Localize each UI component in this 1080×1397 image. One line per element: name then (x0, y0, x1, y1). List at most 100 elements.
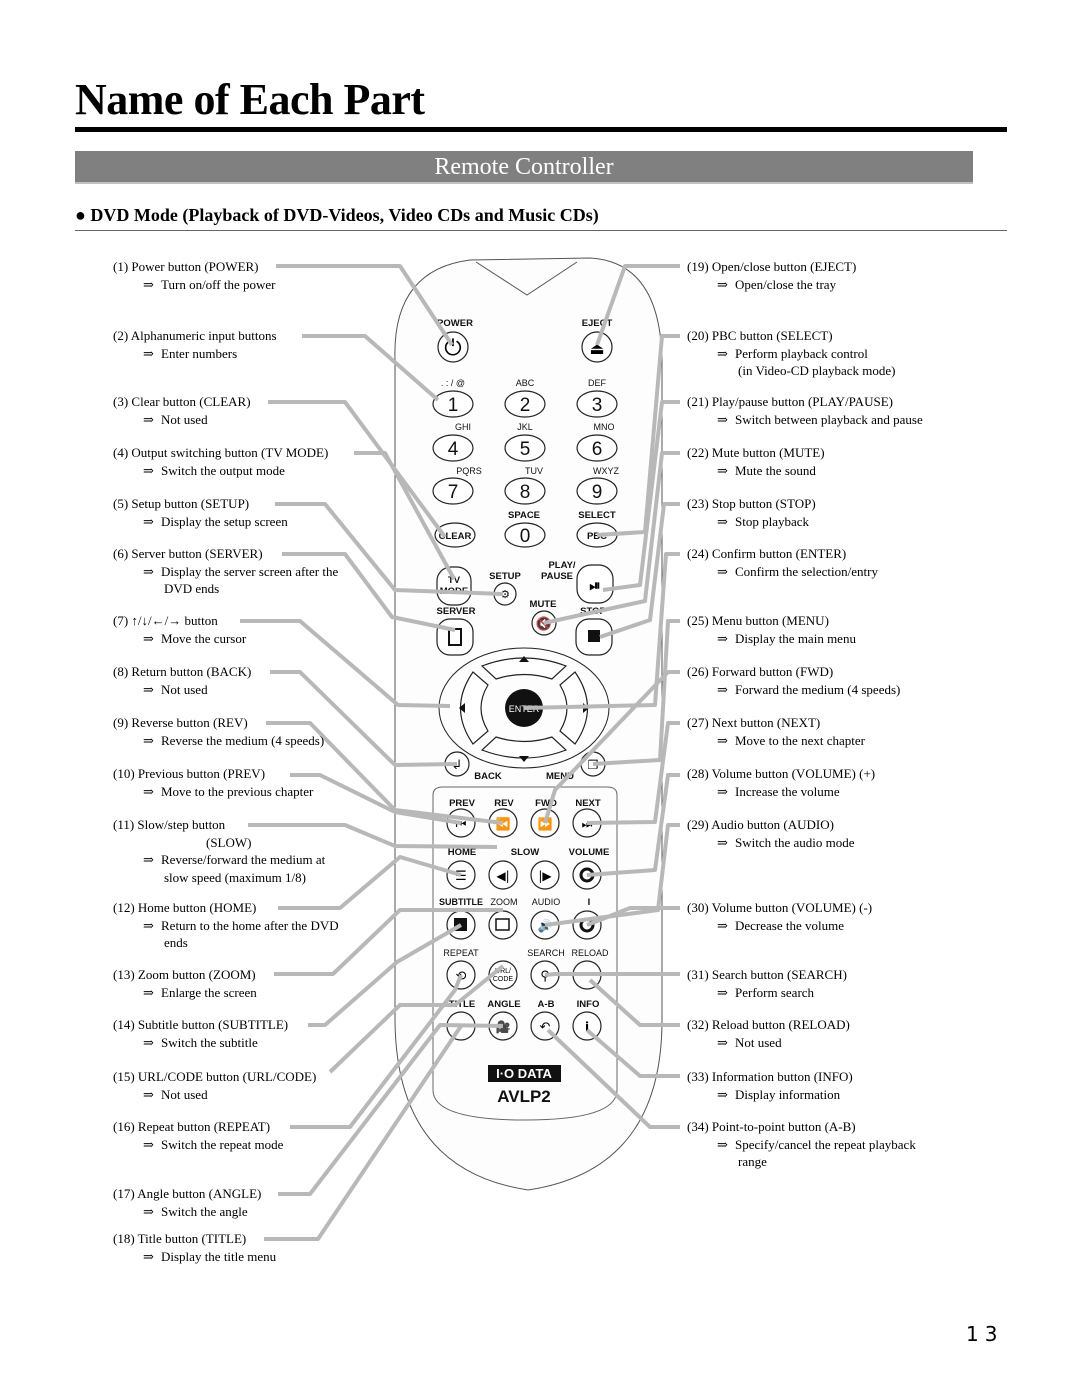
callout-item: (18) Title button (TITLE) ⇒ Display the ti… (113, 1230, 276, 1265)
callout-label: (24) Confirm button (ENTER) (687, 546, 847, 561)
callout-label: (9) Reverse button (REV) (113, 715, 248, 730)
callout-description: ⇒ Display the server screen after the (113, 563, 338, 581)
callout-label: (7) ↑/↓/←/→ button (113, 613, 218, 628)
callout-item: (2) Alphanumeric input buttons ⇒ Enter num… (113, 327, 277, 362)
callout-item: (23) Stop button (STOP) ⇒ Stop playback (687, 495, 816, 530)
callout-description: ⇒ Not used (113, 681, 251, 699)
callout-description: ⇒ Reverse/forward the medium at (113, 851, 325, 869)
implies-arrow-icon: ⇒ (717, 917, 728, 933)
key6-text: 6 (592, 439, 603, 460)
callout-description: ⇒ Confirm the selection/entry (687, 563, 878, 581)
callout-description-continued: slow speed (maximum 1/8) (113, 869, 325, 887)
callout-item: (25) Menu button (MENU) ⇒ Display the main… (687, 612, 856, 647)
description-text: Enlarge the screen (161, 984, 257, 1000)
callout-item: (4) Output switching button (TV MODE) ⇒ Sw… (113, 444, 328, 479)
callout-description: ⇒ Specify/cancel the repeat playback (687, 1136, 916, 1154)
key7-sub: PQRS (456, 466, 482, 476)
zoom-button[interactable] (488, 910, 518, 940)
key9-text: 9 (592, 482, 603, 503)
callout-item: (33) Information button (INFO) ⇒ Display i… (687, 1068, 853, 1103)
description-text: Not used (161, 411, 208, 427)
callout-description: ⇒ Not used (113, 1086, 316, 1104)
callout-label: (30) Volume button (VOLUME) (-) (687, 900, 873, 915)
description-text: Switch the repeat mode (161, 1136, 284, 1152)
callout-description: ⇒ Turn on/off the power (113, 276, 275, 294)
callout-description: ⇒ Switch the repeat mode (113, 1136, 283, 1154)
callout-item: (19) Open/close button (EJECT) ⇒ Open/clos… (687, 258, 856, 293)
implies-arrow-icon: ⇒ (143, 411, 154, 427)
key2-text: 2 (520, 395, 531, 416)
implies-arrow-icon: ⇒ (717, 513, 728, 529)
callout-description-continued: (in Video-CD playback mode) (687, 362, 895, 380)
callout-description: ⇒ Mute the sound (687, 462, 825, 480)
callout-description: ⇒ Switch the angle (113, 1203, 261, 1221)
info-label: INFO (577, 999, 600, 1010)
callout-label: (20) PBC button (SELECT) (687, 328, 833, 343)
ab-label: A-B (538, 999, 555, 1010)
callout-item: (31) Search button (SEARCH) ⇒ Perform sear… (687, 966, 847, 1001)
callout-description: ⇒ Display the setup screen (113, 513, 288, 531)
implies-arrow-icon: ⇒ (717, 462, 728, 478)
callout-item: (28) Volume button (VOLUME) (+) ⇒ Increase… (687, 765, 875, 800)
server-button[interactable] (436, 618, 474, 656)
key1-text: 1 (448, 395, 459, 416)
callout-description: ⇒ Switch the audio mode (687, 834, 855, 852)
key3-sub: DEF (588, 378, 607, 388)
implies-arrow-icon: ⇒ (717, 732, 728, 748)
space-label: SPACE (508, 510, 540, 521)
description-text: Switch between playback and pause (735, 411, 923, 427)
callout-label: (3) Clear button (CLEAR) (113, 394, 251, 409)
callout-item: (24) Confirm button (ENTER) ⇒ Confirm the … (687, 545, 878, 580)
key0-text: 0 (520, 526, 531, 547)
callout-label: (33) Information button (INFO) (687, 1069, 853, 1084)
callout-item: (11) Slow/step button (SLOW) ⇒ Reverse/forw… (113, 816, 325, 886)
description-text: range (738, 1154, 767, 1169)
implies-arrow-icon: ⇒ (717, 276, 728, 292)
description-text: Display the main menu (735, 630, 856, 646)
callout-label: (12) Home button (HOME) (113, 900, 257, 915)
callout-item: (16) Repeat button (REPEAT) ⇒ Switch the r… (113, 1118, 283, 1153)
key9-sub: WXYZ (593, 466, 620, 476)
description-text: Move the cursor (161, 630, 247, 646)
description-text: Switch the output mode (161, 462, 285, 478)
callout-description: ⇒ Perform search (687, 984, 847, 1002)
description-text: Display information (735, 1086, 841, 1102)
callout-item: (1) Power button (POWER) ⇒ Turn on/off the… (113, 258, 275, 293)
implies-arrow-icon: ⇒ (717, 345, 728, 361)
callout-description: ⇒ Not used (113, 411, 251, 429)
description-text: Display the title menu (161, 1248, 277, 1264)
callout-item: (8) Return button (BACK) ⇒ Not used (113, 663, 251, 698)
volume-label: VOLUME (569, 847, 610, 858)
back-label: BACK (474, 771, 502, 782)
implies-arrow-icon: ⇒ (717, 783, 728, 799)
description-text: Perform playback control (735, 345, 868, 361)
callout-label: (8) Return button (BACK) (113, 664, 252, 679)
callout-description: ⇒ Decrease the volume (687, 917, 872, 935)
implies-arrow-icon: ⇒ (143, 1203, 154, 1219)
callout-label: (16) Repeat button (REPEAT) (113, 1119, 271, 1134)
callout-description: ⇒ Switch the subtitle (113, 1034, 288, 1052)
slow-reverse-icon: ◀| (496, 869, 509, 883)
implies-arrow-icon: ⇒ (143, 783, 154, 799)
audio-label: AUDIO (532, 897, 561, 907)
callout-description: ⇒ Not used (687, 1034, 850, 1052)
description-text: Switch the subtitle (161, 1034, 258, 1050)
description-text: Reverse/forward the medium at (161, 852, 326, 867)
description-text: Display the server screen after the (161, 563, 339, 579)
callout-item: (29) Audio button (AUDIO) ⇒ Switch the aud… (687, 816, 855, 851)
subtitle-label: SUBTITLE (439, 897, 483, 907)
callout-description: ⇒ Switch the output mode (113, 462, 328, 480)
next-label: NEXT (575, 798, 601, 809)
code-text: CODE (493, 976, 514, 983)
implies-arrow-icon: ⇒ (143, 1086, 154, 1102)
description-text: Specify/cancel the repeat playback (735, 1136, 916, 1152)
callout-item: (15) URL/CODE button (URL/CODE) ⇒ Not used (113, 1068, 316, 1103)
rev-label: REV (494, 798, 514, 809)
callout-label: (26) Forward button (FWD) (687, 664, 834, 679)
description-text: Move to the next chapter (735, 732, 865, 748)
description-text: Switch the angle (161, 1203, 248, 1219)
callout-item: (13) Zoom button (ZOOM) ⇒ Enlarge the scre… (113, 966, 257, 1001)
key1-sub: . : / @ (441, 378, 465, 388)
implies-arrow-icon: ⇒ (143, 1136, 154, 1152)
callout-description: ⇒ Increase the volume (687, 783, 875, 801)
